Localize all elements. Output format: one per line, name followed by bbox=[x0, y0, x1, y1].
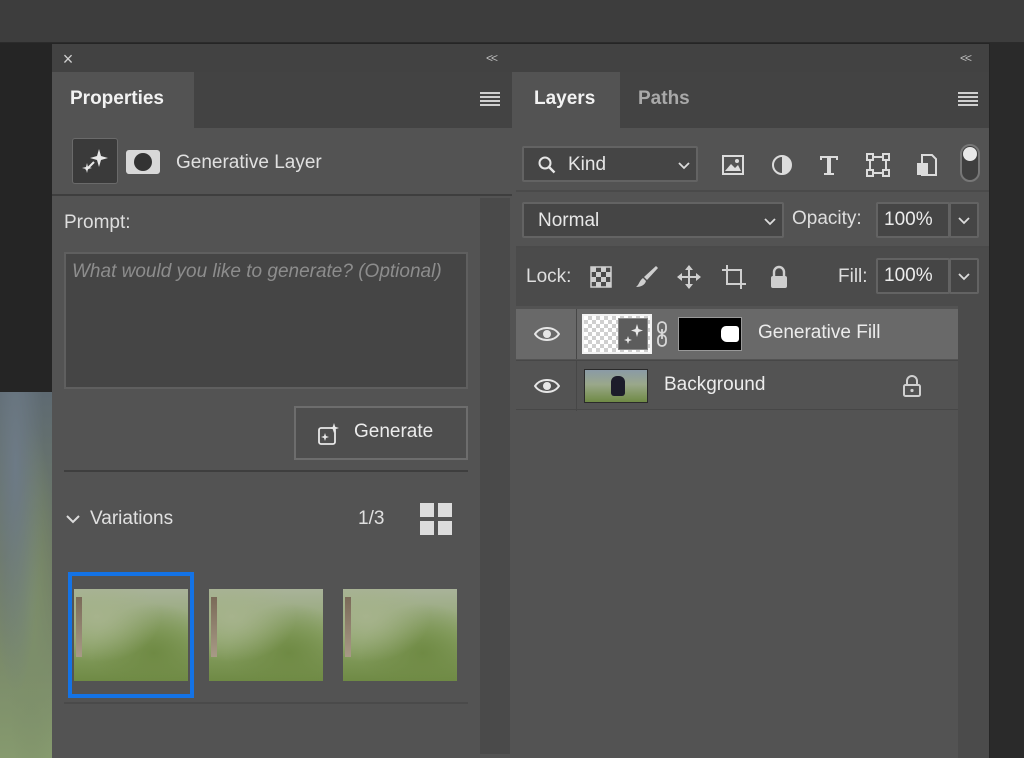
sparkle-icon bbox=[318, 423, 339, 445]
lock-label: Lock: bbox=[526, 266, 572, 287]
generate-label: Generate bbox=[354, 421, 434, 442]
generate-button[interactable]: Generate bbox=[294, 406, 468, 460]
variations-count: 1/3 bbox=[358, 508, 385, 529]
layer-name[interactable]: Generative Fill bbox=[758, 322, 881, 344]
properties-scrollbar[interactable] bbox=[480, 198, 510, 754]
artboard-icon[interactable] bbox=[721, 264, 747, 290]
tab-layers[interactable]: Layers bbox=[516, 72, 620, 128]
lock-icon[interactable] bbox=[766, 264, 792, 290]
layers-panel: Layers Paths Kind Normal Opacity: 100% L… bbox=[516, 72, 989, 758]
divider bbox=[516, 190, 989, 192]
divider bbox=[576, 309, 577, 359]
sparkle-icon bbox=[618, 318, 648, 350]
chevron-down-icon bbox=[678, 162, 690, 170]
prompt-label: Prompt: bbox=[64, 212, 131, 233]
chevron-down-icon bbox=[958, 217, 970, 225]
fill-input[interactable]: 100% bbox=[876, 258, 950, 294]
layer-type-title: Generative Layer bbox=[176, 152, 322, 173]
layer-name[interactable]: Background bbox=[664, 374, 765, 396]
search-icon bbox=[538, 156, 556, 174]
eye-icon[interactable] bbox=[534, 376, 560, 396]
shape-icon[interactable] bbox=[865, 152, 891, 178]
prompt-box bbox=[64, 252, 468, 389]
hamburger-icon[interactable] bbox=[958, 92, 978, 106]
grid-icon[interactable] bbox=[420, 503, 452, 535]
sparkle-icon bbox=[82, 149, 108, 173]
generative-layer-icon[interactable] bbox=[72, 138, 118, 184]
brush-icon[interactable] bbox=[634, 264, 660, 290]
tab-label: Layers bbox=[534, 88, 596, 109]
tab-properties[interactable]: Properties bbox=[52, 72, 194, 128]
app-top-bar bbox=[0, 0, 1024, 43]
variation-thumbnail-3[interactable] bbox=[343, 589, 457, 681]
divider bbox=[64, 702, 468, 704]
layer-row-generative-fill[interactable]: Generative Fill bbox=[516, 309, 958, 359]
dock-edge bbox=[990, 43, 1024, 758]
filter-toggle[interactable] bbox=[960, 144, 980, 182]
divider bbox=[64, 470, 468, 472]
dock-header bbox=[52, 44, 989, 72]
collapse-icon[interactable]: << bbox=[960, 51, 972, 65]
variation-selection-outline bbox=[68, 572, 194, 698]
opacity-label: Opacity: bbox=[792, 208, 862, 229]
prompt-input[interactable] bbox=[72, 259, 460, 382]
divider bbox=[52, 194, 512, 196]
layer-mask-thumbnail[interactable] bbox=[678, 317, 742, 351]
eye-icon[interactable] bbox=[534, 324, 560, 344]
fill-label: Fill: bbox=[838, 266, 868, 287]
tab-label: Properties bbox=[70, 88, 164, 109]
lock-icon bbox=[903, 375, 921, 397]
image-icon[interactable] bbox=[720, 152, 746, 178]
mask-icon[interactable] bbox=[126, 150, 160, 174]
tab-paths[interactable]: Paths bbox=[620, 72, 716, 128]
fill-dropdown[interactable] bbox=[949, 258, 979, 294]
blend-mode-value: Normal bbox=[538, 210, 600, 231]
layer-thumbnail[interactable] bbox=[584, 369, 648, 403]
link-icon[interactable] bbox=[656, 321, 668, 347]
layers-scrollbar[interactable] bbox=[958, 306, 989, 758]
tab-label: Paths bbox=[638, 88, 690, 109]
chevron-down-icon bbox=[958, 273, 970, 281]
chevron-down-icon bbox=[764, 218, 776, 226]
layer-row-background[interactable]: Background bbox=[516, 360, 958, 411]
move-icon[interactable] bbox=[676, 264, 702, 290]
properties-tab-row: Properties bbox=[52, 72, 512, 128]
collapse-icon[interactable]: << bbox=[486, 51, 498, 65]
divider bbox=[576, 361, 577, 411]
half-circle-icon[interactable] bbox=[769, 152, 795, 178]
smart-object-icon[interactable] bbox=[914, 152, 940, 178]
layers-tab-row: Layers Paths bbox=[516, 72, 989, 128]
canvas-image bbox=[0, 392, 52, 758]
checkerboard-icon[interactable] bbox=[588, 264, 614, 290]
hamburger-icon[interactable] bbox=[480, 92, 500, 106]
blend-mode-select[interactable]: Normal bbox=[522, 202, 784, 238]
properties-panel: Properties Generative Layer Prompt: Gene… bbox=[52, 72, 512, 758]
chevron-down-icon[interactable] bbox=[66, 512, 80, 526]
variation-thumbnail-2[interactable] bbox=[209, 589, 323, 681]
variations-label: Variations bbox=[90, 508, 174, 529]
filter-kind-label: Kind bbox=[568, 154, 607, 175]
filter-kind-select[interactable]: Kind bbox=[522, 146, 698, 182]
opacity-input[interactable]: 100% bbox=[876, 202, 950, 238]
type-icon[interactable] bbox=[816, 152, 842, 178]
layer-thumbnail[interactable] bbox=[582, 314, 652, 354]
opacity-dropdown[interactable] bbox=[949, 202, 979, 238]
close-icon[interactable]: × bbox=[60, 50, 76, 68]
